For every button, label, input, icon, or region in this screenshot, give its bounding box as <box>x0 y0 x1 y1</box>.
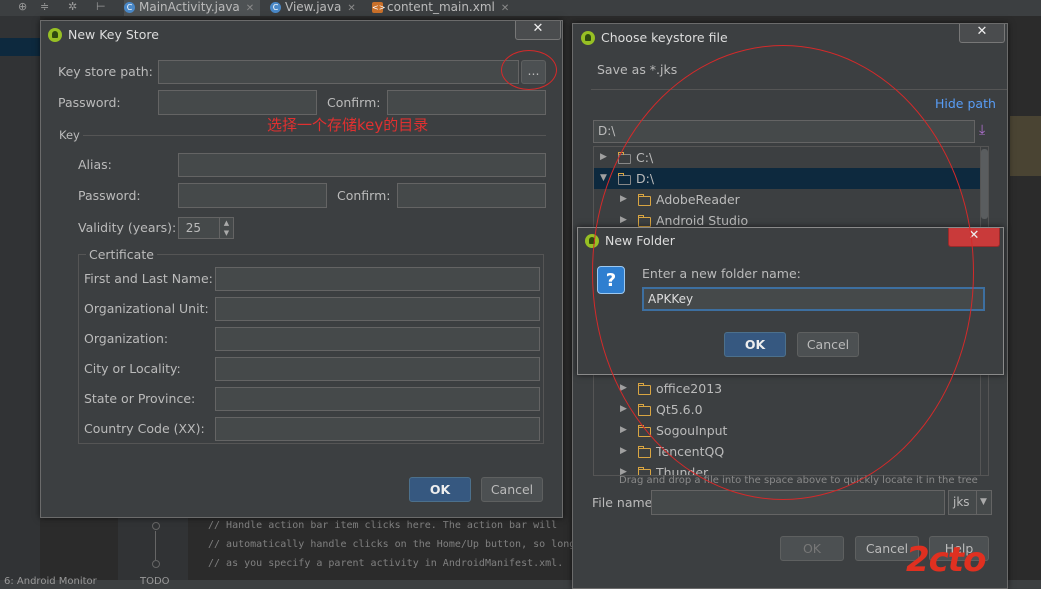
chevron-down-icon: ▼ <box>976 491 987 514</box>
close-button[interactable]: ✕ <box>515 21 561 40</box>
city-input[interactable] <box>215 357 540 381</box>
todo-tab[interactable]: TODO <box>140 576 170 587</box>
tab-label: MainActivity.java <box>139 0 240 14</box>
close-icon[interactable]: ✕ <box>501 2 509 16</box>
annotation-ellipse-browse <box>501 50 557 90</box>
dialog-title: New Key Store <box>68 27 159 42</box>
country-code-label: Country Code (XX): <box>84 421 205 436</box>
close-button[interactable]: ✕ <box>959 24 1005 43</box>
city-label: City or Locality: <box>84 361 181 376</box>
split-icon[interactable]: ≑ <box>40 0 49 13</box>
password-label: Password: <box>58 95 121 110</box>
code-line: // automatically handle clicks on the Ho… <box>208 539 576 550</box>
certificate-label: Certificate <box>86 247 157 262</box>
country-code-input[interactable] <box>215 417 540 441</box>
organization-label: Organization: <box>84 331 169 346</box>
hide-panel-icon[interactable]: ⊢ <box>96 0 106 13</box>
ok-button-disabled[interactable]: OK <box>780 536 844 561</box>
key-confirm-input[interactable] <box>397 183 546 208</box>
tab-label: content_main.xml <box>387 0 495 14</box>
target-icon[interactable]: ⊕ <box>18 0 27 13</box>
code-line: // as you specify a parent activity in A… <box>208 558 564 569</box>
fold-icon[interactable] <box>152 560 160 568</box>
subtitle: Save as *.jks <box>597 62 678 77</box>
scrollbar-thumb[interactable] <box>981 149 988 219</box>
android-icon <box>48 28 62 42</box>
key-store-path-label: Key store path: <box>58 64 153 79</box>
alias-label: Alias: <box>78 157 112 172</box>
android-monitor-tab[interactable]: 6: Android Monitor <box>4 576 97 587</box>
password-input[interactable] <box>158 90 317 115</box>
new-key-store-dialog: New Key Store ✕ Key store path: ... Pass… <box>40 20 563 518</box>
cancel-button[interactable]: Cancel <box>481 477 543 502</box>
confirm-password-input[interactable] <box>387 90 546 115</box>
dialog-title: Choose keystore file <box>601 30 728 45</box>
project-selection <box>0 38 40 56</box>
validity-value: 25 <box>185 221 201 235</box>
hide-path-link[interactable]: Hide path <box>935 96 996 111</box>
ok-button[interactable]: OK <box>409 477 471 502</box>
project-pane <box>0 16 40 589</box>
org-unit-label: Organizational Unit: <box>84 301 209 316</box>
key-store-path-input[interactable] <box>158 60 519 84</box>
folder-icon <box>638 445 651 458</box>
state-input[interactable] <box>215 387 540 411</box>
key-password-input[interactable] <box>178 183 327 208</box>
key-confirm-label: Confirm: <box>337 188 391 203</box>
gear-icon[interactable]: ✲ <box>68 0 77 13</box>
org-unit-input[interactable] <box>215 297 540 321</box>
spinner-arrows-icon[interactable]: ▲ ▼ <box>219 217 234 239</box>
path-value: D:\ <box>598 124 616 138</box>
annotation-ellipse-dialog <box>592 45 974 500</box>
extension-select[interactable]: jks ▼ <box>948 490 992 515</box>
tab-content-main[interactable]: <> content_main.xml ✕ <box>372 0 512 16</box>
first-last-name-input[interactable] <box>215 267 540 291</box>
key-section-label: Key <box>59 128 80 142</box>
key-password-label: Password: <box>78 188 141 203</box>
confirm-label: Confirm: <box>327 95 381 110</box>
validity-spinner[interactable]: 25 <box>178 217 220 239</box>
editor-highlight-strip <box>1010 116 1041 176</box>
class-icon: C <box>270 2 281 13</box>
code-line: // Handle action bar item clicks here. T… <box>208 520 558 531</box>
organization-input[interactable] <box>215 327 540 351</box>
xml-icon: <> <box>372 2 386 13</box>
tab-label: View.java <box>285 0 342 14</box>
state-label: State or Province: <box>84 391 196 406</box>
class-icon: C <box>124 2 135 13</box>
alias-input[interactable] <box>178 153 546 177</box>
file-name-label: File name: <box>592 495 657 510</box>
fold-line <box>155 531 156 560</box>
watermark-logo: 2cto <box>906 540 986 580</box>
editor-tab-bar: ⊕ ≑ ✲ ⊢ C MainActivity.java ✕ C View.java ✕ … <box>0 0 1041 16</box>
annotation-text: 选择一个存储key的目录 <box>267 116 429 134</box>
tab-mainactivity[interactable]: C MainActivity.java ✕ <box>124 0 260 16</box>
download-path-icon[interactable]: ⤓ <box>979 122 985 138</box>
android-icon <box>581 31 595 45</box>
extension-value: jks <box>953 495 970 509</box>
close-icon[interactable]: ✕ <box>347 2 355 16</box>
first-last-name-label: First and Last Name: <box>84 271 213 286</box>
dialog-title-bar: New Key Store <box>41 21 562 45</box>
close-icon[interactable]: ✕ <box>246 2 254 16</box>
tab-view[interactable]: C View.java ✕ <box>270 0 362 16</box>
fold-icon[interactable] <box>152 522 160 530</box>
validity-label: Validity (years): <box>78 220 177 235</box>
key-section-divider <box>83 135 546 136</box>
